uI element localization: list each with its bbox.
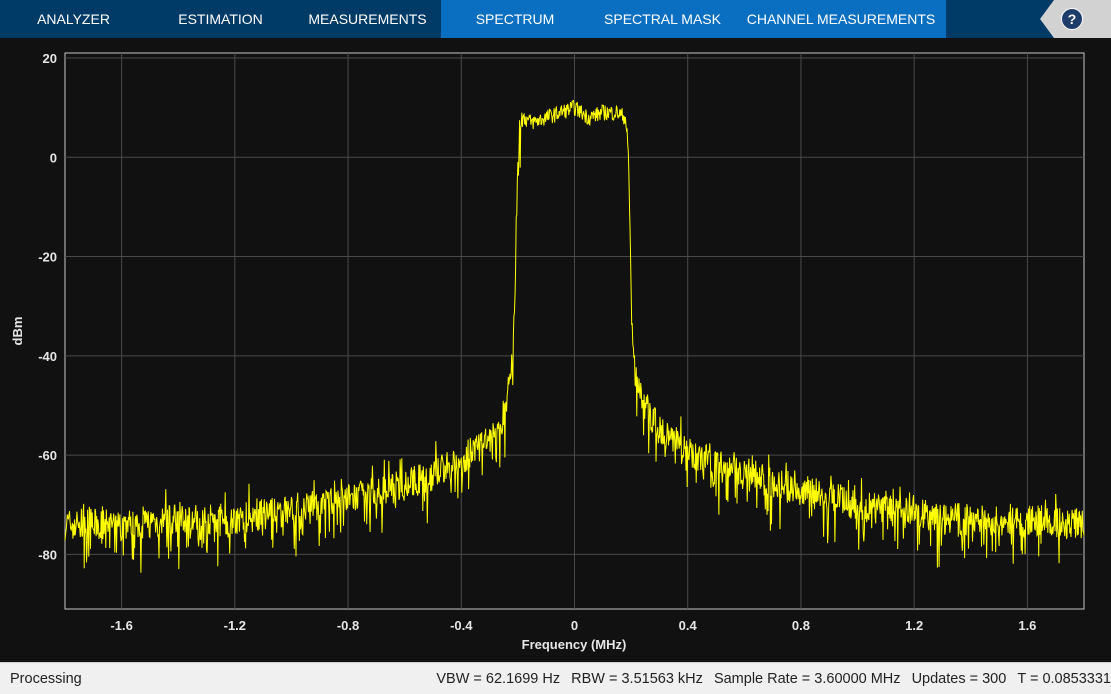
x-axis-label: Frequency (MHz) bbox=[522, 637, 627, 652]
time-readout: T = 0.0853331 bbox=[1017, 670, 1111, 687]
x-tick-label: -0.8 bbox=[337, 618, 359, 633]
tab-estimation[interactable]: ESTIMATION bbox=[147, 0, 294, 38]
help-icon[interactable]: ? bbox=[1061, 8, 1083, 30]
status-state: Processing bbox=[10, 670, 82, 687]
x-tick-label: -1.2 bbox=[224, 618, 246, 633]
y-tick-labels: 20 0 -20 -40 -60 -80 bbox=[38, 51, 57, 562]
tab-spectral-mask[interactable]: SPECTRAL MASK bbox=[589, 0, 736, 38]
toolstrip: ANALYZER ESTIMATION MEASUREMENTS SPECTRU… bbox=[0, 0, 1111, 38]
x-tick-label: -1.6 bbox=[110, 618, 132, 633]
tab-analyzer[interactable]: ANALYZER bbox=[0, 0, 147, 38]
vbw-readout: VBW = 62.1699 Hz bbox=[436, 670, 561, 687]
spectrum-plot[interactable]: -1.6 -1.2 -0.8 -0.4 0 0.4 0.8 1.2 1.6 20 0 -20 -40 -… bbox=[0, 38, 1111, 662]
y-axis-label: dBm bbox=[10, 317, 25, 346]
x-tick-label: 1.2 bbox=[905, 618, 923, 633]
tab-spectrum[interactable]: SPECTRUM bbox=[441, 0, 589, 38]
y-tick-label: -80 bbox=[38, 547, 57, 562]
y-tick-label: 20 bbox=[43, 51, 57, 66]
x-tick-label: -0.4 bbox=[450, 618, 473, 633]
x-tick-labels: -1.6 -1.2 -0.8 -0.4 0 0.4 0.8 1.2 1.6 bbox=[110, 618, 1036, 633]
tab-channel-measurements[interactable]: CHANNEL MEASUREMENTS bbox=[736, 0, 946, 38]
status-bar: Processing VBW = 62.1699 Hz RBW = 3.5156… bbox=[0, 662, 1111, 694]
tab-measurements[interactable]: MEASUREMENTS bbox=[294, 0, 441, 38]
y-tick-label: -20 bbox=[38, 250, 57, 265]
y-tick-label: -40 bbox=[38, 349, 57, 364]
y-tick-label: 0 bbox=[50, 150, 57, 165]
updates-readout: Updates = 300 bbox=[911, 670, 1007, 687]
status-readouts: VBW = 62.1699 Hz RBW = 3.51563 kHz Sampl… bbox=[429, 671, 1111, 687]
spectrum-chart: -1.6 -1.2 -0.8 -0.4 0 0.4 0.8 1.2 1.6 20 0 -20 -40 -… bbox=[10, 51, 1085, 652]
rbw-readout: RBW = 3.51563 kHz bbox=[571, 670, 703, 687]
x-tick-label: 0.8 bbox=[792, 618, 810, 633]
x-tick-label: 1.6 bbox=[1018, 618, 1036, 633]
sample-rate-readout: Sample Rate = 3.60000 MHz bbox=[713, 670, 901, 687]
x-tick-label: 0 bbox=[571, 618, 578, 633]
x-tick-label: 0.4 bbox=[679, 618, 698, 633]
y-tick-label: -60 bbox=[38, 448, 57, 463]
